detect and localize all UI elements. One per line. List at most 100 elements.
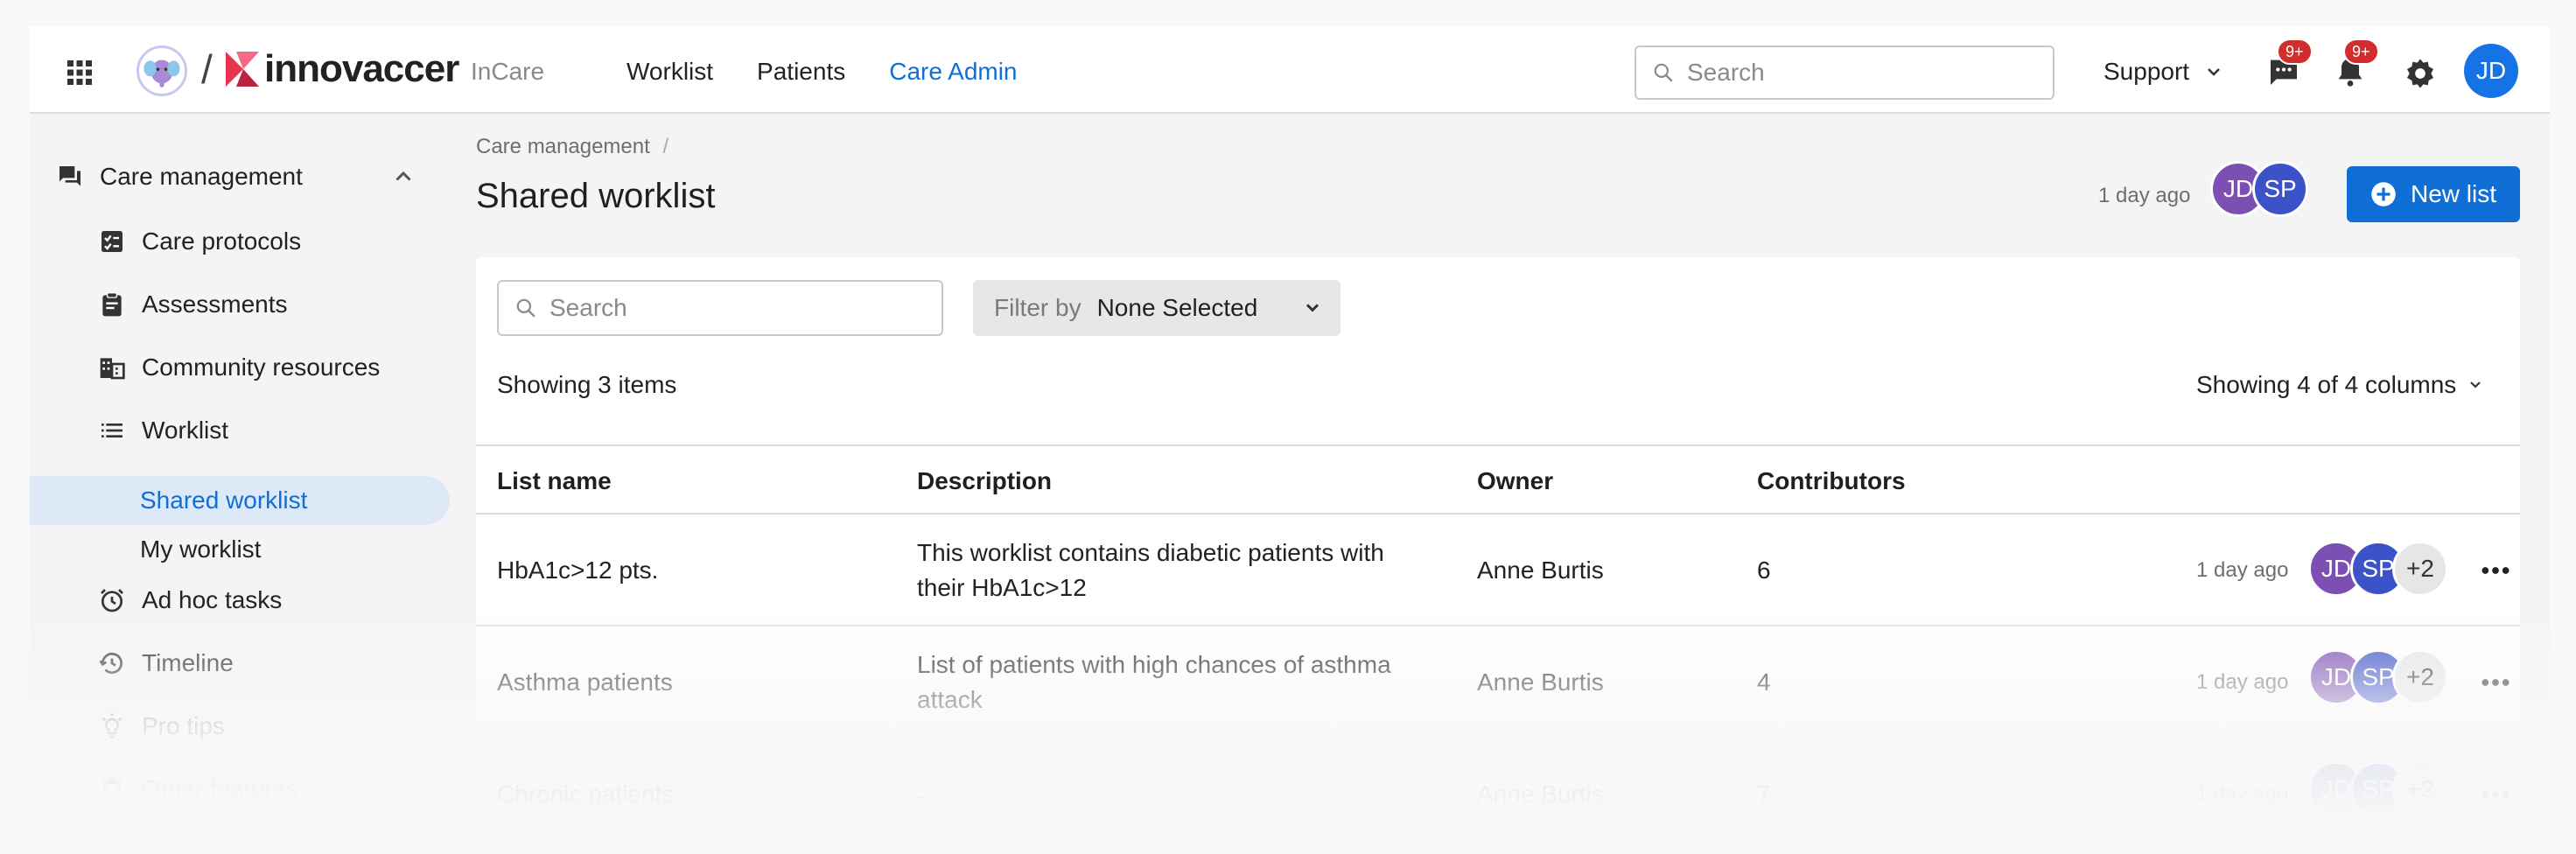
sidebar-item-ad-hoc-tasks[interactable]: Ad hoc tasks	[98, 586, 282, 614]
list-name: Chronic patients	[497, 780, 675, 808]
owner-name: Anne Burtis	[1477, 668, 1604, 696]
table-row[interactable]: Chronic patients - Anne Burtis 7 1 day a…	[476, 738, 2520, 850]
app-grid-icon[interactable]	[66, 60, 93, 86]
sidebar-item-label: Assessments	[142, 290, 288, 318]
forum-icon	[60, 166, 80, 186]
sidebar: Care management Care protocols Assessmen…	[30, 114, 452, 854]
support-menu[interactable]: Support	[2104, 58, 2222, 86]
nav-worklist[interactable]: Worklist	[626, 58, 713, 86]
chat-badge: 9+	[2277, 38, 2313, 65]
gear-icon[interactable]	[2403, 56, 2438, 91]
checklist-icon	[102, 231, 122, 252]
filter-value: None Selected	[1096, 294, 1258, 321]
avatar-overflow[interactable]: +2	[2392, 649, 2448, 705]
column-header-owner[interactable]: Owner	[1477, 467, 1553, 495]
row-updated: 1 day ago	[2196, 782, 2289, 806]
sidebar-item-timeline[interactable]: Timeline	[98, 649, 234, 677]
column-header-contributors[interactable]: Contributors	[1757, 467, 1906, 495]
table-search[interactable]	[497, 280, 943, 336]
sidebar-item-other-features[interactable]: Other features	[98, 775, 298, 803]
sidebar-section-care-management[interactable]: Care management	[56, 163, 303, 191]
table-row[interactable]: HbA1c>12 pts. This worklist contains dia…	[476, 514, 2520, 626]
sidebar-item-label: Community resources	[142, 354, 381, 381]
list-description: This worklist contains diabetic patients…	[917, 536, 1442, 606]
alarm-icon	[101, 589, 123, 612]
chevron-down-icon	[2470, 382, 2482, 388]
chevron-up-icon[interactable]	[390, 163, 416, 189]
breadcrumb-separator: /	[662, 135, 669, 158]
support-label: Support	[2104, 58, 2190, 85]
contributors-count: 4	[1757, 668, 1771, 696]
avatar-overflow[interactable]: +2	[2392, 761, 2448, 817]
row-updated: 1 day ago	[2196, 558, 2289, 582]
nav-care-admin[interactable]: Care Admin	[889, 58, 1017, 86]
column-header-list-name[interactable]: List name	[497, 467, 612, 495]
description-line: their HbA1c>12	[917, 574, 1087, 601]
sidebar-item-label: Care protocols	[142, 228, 302, 255]
nav-patients[interactable]: Patients	[757, 58, 845, 86]
owner-name: Anne Burtis	[1477, 780, 1604, 808]
table-row[interactable]: Asthma patients List of patients with hi…	[476, 626, 2520, 738]
chevron-down-icon	[2208, 68, 2220, 76]
sidebar-item-care-protocols[interactable]: Care protocols	[98, 228, 301, 256]
logo-divider: /	[201, 46, 213, 92]
sidebar-item-shared-worklist[interactable]: Shared worklist	[140, 486, 307, 514]
sidebar-item-label: Pro tips	[142, 712, 225, 739]
brand-logo: innovaccer	[224, 47, 459, 91]
table-header: List name Description Owner Contributors	[476, 444, 2520, 514]
user-avatar[interactable]: JD	[2464, 44, 2518, 98]
breadcrumb-link[interactable]: Care management	[476, 135, 650, 158]
filter-label: Filter by	[994, 294, 1082, 321]
contributors-count: 7	[1757, 780, 1771, 808]
sidebar-item-my-worklist[interactable]: My worklist	[140, 536, 261, 564]
sidebar-item-label: Ad hoc tasks	[142, 586, 283, 613]
global-search-input[interactable]	[1687, 59, 2020, 87]
owner-name: Anne Burtis	[1477, 556, 1604, 584]
more-options-icon[interactable]	[2478, 553, 2513, 588]
more-options-icon[interactable]	[2478, 777, 2513, 812]
columns-count: Showing 4 of 4 columns	[2196, 371, 2457, 398]
innovaccer-mark-icon	[226, 52, 259, 87]
mascot-logo	[136, 46, 187, 96]
list-icon	[102, 424, 122, 438]
columns-selector[interactable]: Showing 4 of 4 columns	[2196, 371, 2484, 399]
new-list-button[interactable]: New list	[2347, 166, 2520, 222]
bell-badge: 9+	[2343, 38, 2379, 65]
search-icon	[1654, 63, 1673, 82]
sidebar-item-worklist[interactable]: Worklist	[98, 416, 228, 444]
new-list-label: New list	[2410, 180, 2496, 207]
clipboard-icon	[102, 292, 122, 317]
description-line: This worklist contains diabetic patients…	[917, 539, 1384, 566]
sidebar-item-community-resources[interactable]: Community resources	[98, 354, 380, 382]
sidebar-item-assessments[interactable]: Assessments	[98, 290, 288, 318]
description-line: -	[917, 782, 926, 809]
description-line: List of patients with high chances of as…	[917, 651, 1391, 678]
breadcrumb: Care management /	[476, 135, 668, 159]
avatar-overflow[interactable]: +2	[2392, 541, 2448, 597]
product-name: InCare	[471, 58, 545, 85]
description-line: attack	[917, 686, 983, 713]
more-options-icon[interactable]	[2478, 665, 2513, 700]
global-search[interactable]	[1634, 46, 2054, 100]
filter-dropdown[interactable]: Filter by None Selected	[973, 280, 1340, 336]
row-updated: 1 day ago	[2196, 670, 2289, 694]
avatar[interactable]: SP	[2252, 161, 2308, 217]
list-name: HbA1c>12 pts.	[497, 556, 659, 584]
table-search-input[interactable]	[550, 294, 882, 322]
worklist-table-card: Filter by None Selected Showing 3 items …	[476, 257, 2520, 854]
brand-name: innovaccer	[264, 47, 459, 90]
building-icon	[100, 358, 125, 380]
items-count: Showing 3 items	[497, 371, 677, 398]
list-description: List of patients with high chances of as…	[917, 648, 1442, 718]
list-name: Asthma patients	[497, 668, 673, 696]
history-icon	[99, 653, 122, 674]
list-description: -	[917, 779, 1442, 814]
sidebar-item-label: Worklist	[142, 416, 229, 444]
search-icon	[516, 298, 536, 318]
lightbulb-icon	[102, 713, 122, 738]
trash-icon	[102, 777, 122, 802]
sidebar-item-label: Timeline	[142, 649, 234, 676]
chevron-down-icon	[1306, 304, 1320, 312]
column-header-description[interactable]: Description	[917, 467, 1052, 495]
sidebar-item-pro-tips[interactable]: Pro tips	[98, 712, 225, 740]
